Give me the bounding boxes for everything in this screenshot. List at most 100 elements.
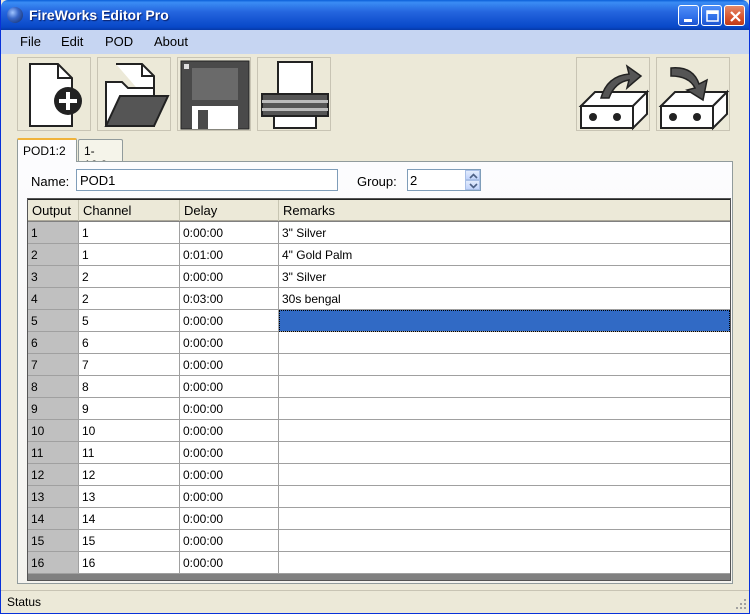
title-bar[interactable]: FireWorks Editor Pro [1, 0, 749, 30]
table-row[interactable]: 11 11 0:00:00 [28, 442, 730, 464]
table-row[interactable]: 3 2 0:00:00 3" Silver [28, 266, 730, 288]
table-row[interactable]: 7 7 0:00:00 [28, 354, 730, 376]
cell-remarks[interactable] [279, 464, 730, 486]
cell-delay[interactable]: 0:03:00 [180, 288, 279, 310]
cell-channel[interactable]: 15 [79, 530, 180, 552]
column-header-channel[interactable]: Channel [79, 200, 180, 221]
cell-delay[interactable]: 0:00:00 [180, 530, 279, 552]
cell-remarks[interactable] [279, 332, 730, 354]
cell-channel[interactable]: 2 [79, 288, 180, 310]
group-spin-down-button[interactable] [465, 180, 480, 190]
cell-delay[interactable]: 0:00:00 [180, 552, 279, 574]
cell-delay[interactable]: 0:00:00 [180, 332, 279, 354]
cell-remarks[interactable] [279, 508, 730, 530]
cell-delay[interactable]: 0:00:00 [180, 508, 279, 530]
table-row[interactable]: 5 5 0:00:00 [28, 310, 730, 332]
cell-output[interactable]: 14 [28, 508, 79, 530]
cell-output[interactable]: 8 [28, 376, 79, 398]
cell-channel[interactable]: 8 [79, 376, 180, 398]
tab-1-16-0[interactable]: 1-16:0 [78, 139, 123, 172]
table-row[interactable]: 2 1 0:01:00 4" Gold Palm [28, 244, 730, 266]
cell-output[interactable]: 15 [28, 530, 79, 552]
cell-output[interactable]: 7 [28, 354, 79, 376]
menu-about[interactable]: About [154, 34, 188, 49]
save-button[interactable] [177, 57, 251, 131]
menu-pod[interactable]: POD [105, 34, 133, 49]
cell-channel[interactable]: 11 [79, 442, 180, 464]
cell-channel[interactable]: 10 [79, 420, 180, 442]
print-button[interactable] [257, 57, 331, 131]
cell-output[interactable]: 1 [28, 222, 79, 244]
cell-remarks[interactable] [279, 398, 730, 420]
cell-output[interactable]: 9 [28, 398, 79, 420]
cell-delay[interactable]: 0:00:00 [180, 222, 279, 244]
cell-output[interactable]: 5 [28, 310, 79, 332]
group-input[interactable] [408, 170, 464, 190]
cell-output[interactable]: 3 [28, 266, 79, 288]
cell-output[interactable]: 6 [28, 332, 79, 354]
table-row[interactable]: 12 12 0:00:00 [28, 464, 730, 486]
tab-pod1-2[interactable]: POD1:2 [17, 138, 77, 162]
cell-channel[interactable]: 1 [79, 222, 180, 244]
cell-delay[interactable]: 0:00:00 [180, 266, 279, 288]
cell-output[interactable]: 11 [28, 442, 79, 464]
resize-grip-icon[interactable] [735, 598, 747, 610]
upload-button[interactable] [576, 57, 650, 131]
table-row[interactable]: 15 15 0:00:00 [28, 530, 730, 552]
cell-channel[interactable]: 7 [79, 354, 180, 376]
cell-output[interactable]: 4 [28, 288, 79, 310]
group-spin-up-button[interactable] [465, 170, 480, 180]
cell-remarks[interactable] [279, 354, 730, 376]
cell-remarks[interactable] [279, 310, 730, 332]
cell-channel[interactable]: 2 [79, 266, 180, 288]
cell-channel[interactable]: 9 [79, 398, 180, 420]
cell-remarks[interactable]: 3" Silver [279, 266, 730, 288]
cell-channel[interactable]: 5 [79, 310, 180, 332]
menu-file[interactable]: File [20, 34, 41, 49]
cell-remarks[interactable] [279, 376, 730, 398]
cell-delay[interactable]: 0:00:00 [180, 310, 279, 332]
cell-channel[interactable]: 12 [79, 464, 180, 486]
cell-channel[interactable]: 14 [79, 508, 180, 530]
cell-remarks[interactable]: 3" Silver [279, 222, 730, 244]
column-header-remarks[interactable]: Remarks [279, 200, 730, 221]
maximize-button[interactable] [701, 5, 722, 26]
column-header-delay[interactable]: Delay [180, 200, 279, 221]
cell-remarks[interactable] [279, 442, 730, 464]
cell-delay[interactable]: 0:00:00 [180, 486, 279, 508]
cell-channel[interactable]: 13 [79, 486, 180, 508]
cell-output[interactable]: 16 [28, 552, 79, 574]
name-input[interactable] [76, 169, 338, 191]
table-row[interactable]: 9 9 0:00:00 [28, 398, 730, 420]
cell-delay[interactable]: 0:00:00 [180, 420, 279, 442]
cell-remarks[interactable]: 4" Gold Palm [279, 244, 730, 266]
open-button[interactable] [97, 57, 171, 131]
cell-remarks[interactable]: 30s bengal [279, 288, 730, 310]
cell-remarks[interactable] [279, 486, 730, 508]
cell-remarks[interactable] [279, 552, 730, 574]
table-row[interactable]: 13 13 0:00:00 [28, 486, 730, 508]
table-row[interactable]: 10 10 0:00:00 [28, 420, 730, 442]
cell-output[interactable]: 10 [28, 420, 79, 442]
cell-output[interactable]: 12 [28, 464, 79, 486]
menu-edit[interactable]: Edit [61, 34, 83, 49]
new-button[interactable] [17, 57, 91, 131]
group-stepper[interactable] [407, 169, 481, 191]
table-row[interactable]: 8 8 0:00:00 [28, 376, 730, 398]
table-row[interactable]: 4 2 0:03:00 30s bengal [28, 288, 730, 310]
cell-remarks[interactable] [279, 530, 730, 552]
minimize-button[interactable] [678, 5, 699, 26]
table-row[interactable]: 14 14 0:00:00 [28, 508, 730, 530]
cell-delay[interactable]: 0:00:00 [180, 376, 279, 398]
cell-remarks[interactable] [279, 420, 730, 442]
cell-delay[interactable]: 0:00:00 [180, 398, 279, 420]
cell-delay[interactable]: 0:00:00 [180, 464, 279, 486]
close-button[interactable] [724, 5, 745, 26]
cell-channel[interactable]: 16 [79, 552, 180, 574]
cell-delay[interactable]: 0:01:00 [180, 244, 279, 266]
cell-channel[interactable]: 1 [79, 244, 180, 266]
cell-output[interactable]: 13 [28, 486, 79, 508]
download-button[interactable] [656, 57, 730, 131]
cell-channel[interactable]: 6 [79, 332, 180, 354]
cell-delay[interactable]: 0:00:00 [180, 354, 279, 376]
